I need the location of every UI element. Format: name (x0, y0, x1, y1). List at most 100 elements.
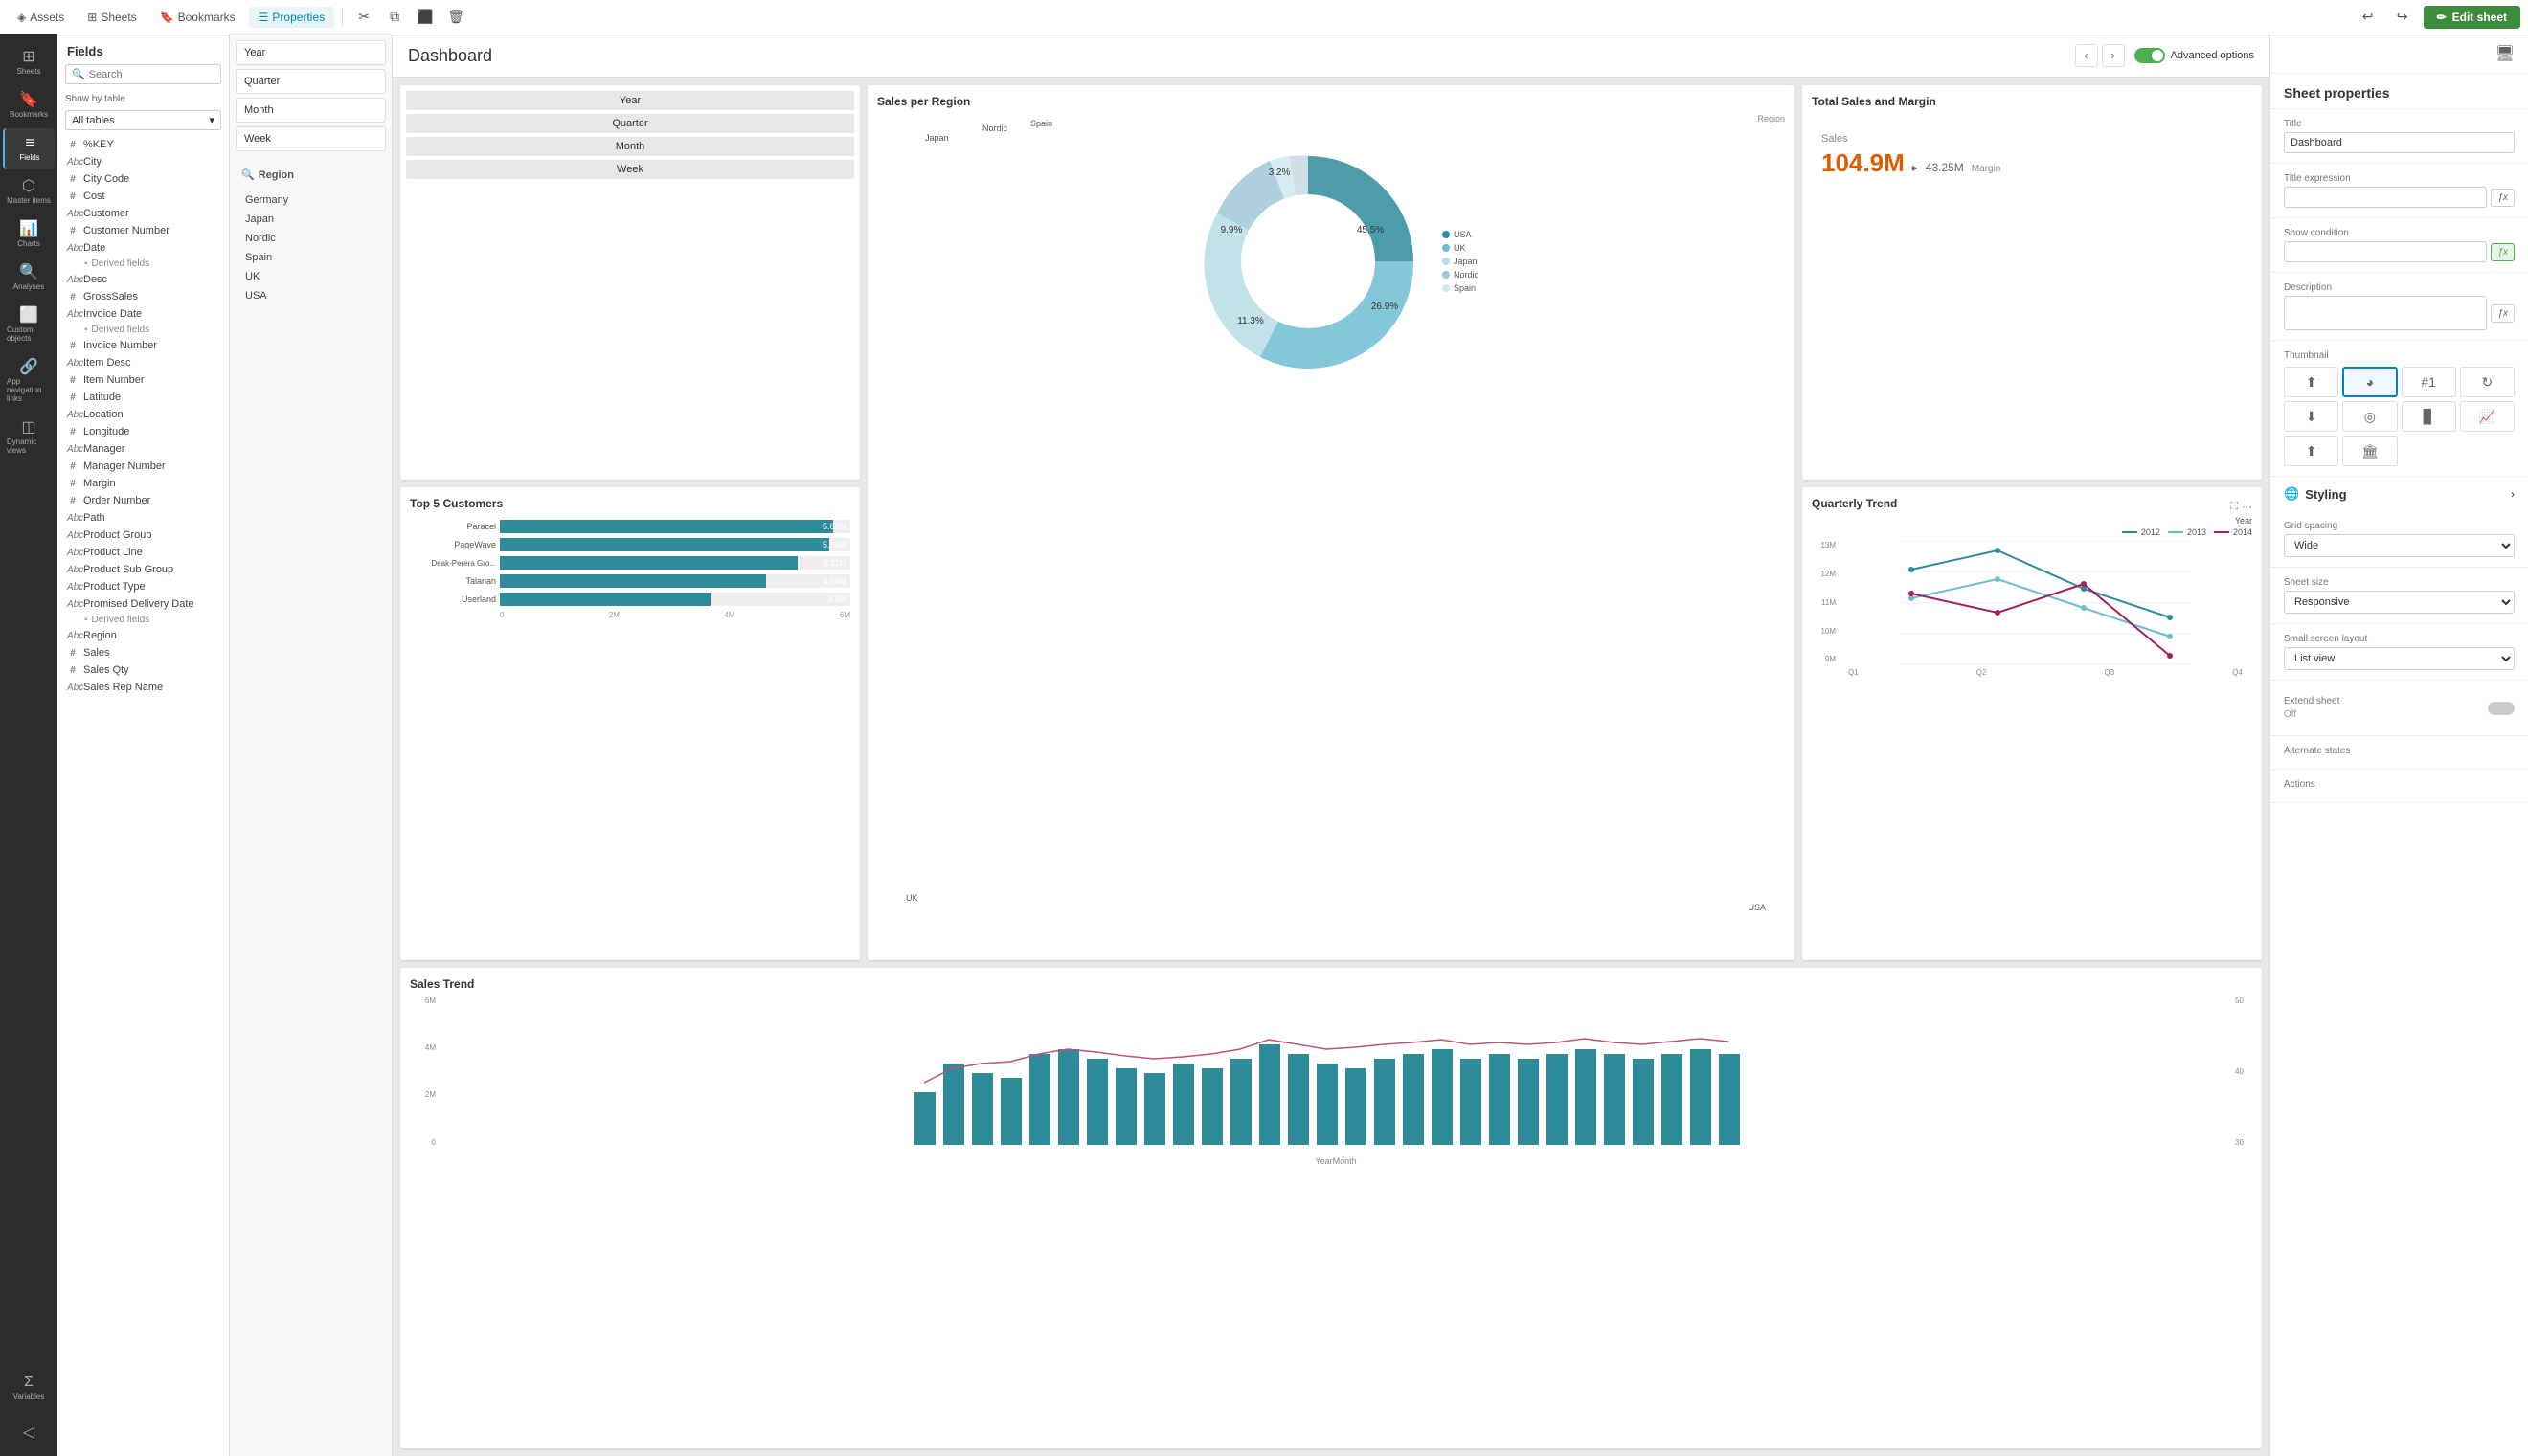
nav-variables[interactable]: Σ Variables (3, 1367, 55, 1408)
field-product-type[interactable]: AbcProduct Type (57, 578, 229, 595)
styling-header[interactable]: 🌐 Styling › (2270, 477, 2528, 511)
region-nordic[interactable]: Nordic (237, 229, 384, 248)
extend-sheet-toggle[interactable] (2488, 702, 2515, 715)
field-invoice-date[interactable]: AbcInvoice Date (57, 305, 229, 323)
field-city-code[interactable]: #City Code (57, 170, 229, 188)
description-input[interactable] (2284, 296, 2487, 330)
cut-button[interactable]: ✂ (350, 4, 377, 31)
field-manager[interactable]: AbcManager (57, 440, 229, 458)
field-date[interactable]: AbcDate (57, 239, 229, 257)
advanced-options-switch[interactable] (2134, 48, 2165, 63)
thumb-refresh[interactable]: ↻ (2460, 367, 2515, 397)
region-japan[interactable]: Japan (237, 210, 384, 229)
filter-week[interactable]: Week (236, 126, 386, 151)
nav-bookmarks[interactable]: 🔖 Bookmarks (3, 85, 55, 126)
field-location[interactable]: AbcLocation (57, 406, 229, 423)
tab-assets[interactable]: ◈ Assets (8, 7, 74, 28)
thumb-download[interactable]: ⬇ (2284, 401, 2338, 432)
region-spain[interactable]: Spain (237, 248, 384, 267)
paste-button[interactable]: ⬛ (412, 4, 439, 31)
field-latitude[interactable]: #Latitude (57, 389, 229, 406)
nav-dynamic-views[interactable]: ◫ Dynamic views (3, 413, 55, 462)
region-usa[interactable]: USA (237, 286, 384, 305)
nav-sheets[interactable]: ⊞ Sheets (3, 42, 55, 83)
thumb-hash[interactable]: #1 (2402, 367, 2456, 397)
field-sales-qty[interactable]: #Sales Qty (57, 661, 229, 679)
field-promised-delivery[interactable]: AbcPromised Delivery Date (57, 595, 229, 613)
field-city[interactable]: AbcCity (57, 153, 229, 170)
field-desc[interactable]: AbcDesc (57, 271, 229, 288)
field-region[interactable]: AbcRegion (57, 627, 229, 644)
filter-month[interactable]: Month (236, 98, 386, 123)
region-germany[interactable]: Germany (237, 190, 384, 210)
thumb-upload[interactable]: ⬆ (2284, 367, 2338, 397)
field-key[interactable]: #%KEY (57, 136, 229, 153)
nav-fields[interactable]: ≡ Fields (3, 128, 55, 169)
small-screen-select[interactable]: List view Grid view (2284, 647, 2515, 670)
edit-sheet-button[interactable]: ✏ Edit sheet (2424, 6, 2520, 29)
field-longitude[interactable]: #Longitude (57, 423, 229, 440)
month-filter-btn[interactable]: Month (406, 137, 854, 156)
field-path[interactable]: AbcPath (57, 509, 229, 526)
monitor-icon: 🖥 (2495, 44, 2515, 63)
week-filter-btn[interactable]: Week (406, 160, 854, 179)
region-uk[interactable]: UK (237, 267, 384, 286)
field-customer[interactable]: AbcCustomer (57, 205, 229, 222)
nav-custom-objects[interactable]: ⬜ Custom objects (3, 301, 55, 350)
grid-spacing-select[interactable]: Wide Narrow No spacing (2284, 534, 2515, 557)
title-expression-input[interactable] (2284, 187, 2487, 208)
field-manager-number[interactable]: #Manager Number (57, 458, 229, 475)
field-product-sub-group[interactable]: AbcProduct Sub Group (57, 561, 229, 578)
field-item-number[interactable]: #Item Number (57, 371, 229, 389)
field-sales[interactable]: #Sales (57, 644, 229, 661)
thumb-bar[interactable]: ▊ (2402, 401, 2456, 432)
quarter-filter-btn[interactable]: Quarter (406, 114, 854, 133)
thumb-upload2[interactable]: ⬆ (2284, 436, 2338, 466)
nav-analyses[interactable]: 🔍 Analyses (3, 258, 55, 299)
field-product-group[interactable]: AbcProduct Group (57, 526, 229, 544)
tab-bookmarks[interactable]: 🔖 Bookmarks (150, 7, 245, 28)
thumb-pie[interactable]: ◕ (2342, 367, 2397, 397)
description-fx-btn[interactable]: ƒx (2491, 304, 2515, 323)
tab-properties[interactable]: ☰ Properties (249, 7, 334, 28)
tab-sheets[interactable]: ⊞ Sheets (78, 7, 146, 28)
table-selector[interactable]: All tables ▾ (65, 110, 221, 130)
nav-master-items[interactable]: ⬡ Master items (3, 171, 55, 213)
next-button[interactable]: › (2102, 44, 2125, 67)
field-sales-rep-name[interactable]: AbcSales Rep Name (57, 679, 229, 696)
nav-app-nav[interactable]: 🔗 App navigation links (3, 352, 55, 411)
field-customer-number[interactable]: #Customer Number (57, 222, 229, 239)
field-invoice-number[interactable]: #Invoice Number (57, 337, 229, 354)
copy-button[interactable]: ⧉ (381, 4, 408, 31)
more-icon[interactable]: ⋯ (2242, 501, 2252, 513)
show-condition-fx-btn[interactable]: ƒx (2491, 243, 2515, 261)
field-item-desc[interactable]: AbcItem Desc (57, 354, 229, 371)
prev-button[interactable]: ‹ (2075, 44, 2098, 67)
fields-search-box[interactable]: 🔍 (65, 64, 221, 84)
thumb-building[interactable]: 🏛 (2342, 436, 2397, 466)
delete-button[interactable]: 🗑 (442, 4, 469, 31)
sheet-size-select[interactable]: Responsive Fixed Custom (2284, 591, 2515, 614)
nav-collapse[interactable]: ◁ (3, 1418, 55, 1448)
nav-charts[interactable]: 📊 Charts (3, 214, 55, 256)
title-expression-fx-btn[interactable]: ƒx (2491, 189, 2515, 207)
field-cost[interactable]: #Cost (57, 188, 229, 205)
thumb-trend[interactable]: 📈 (2460, 401, 2515, 432)
filter-quarter[interactable]: Quarter (236, 69, 386, 94)
filter-year[interactable]: Year (236, 40, 386, 65)
advanced-options-toggle[interactable]: Advanced options (2134, 48, 2254, 63)
expand-icon[interactable]: ⛶ (2230, 501, 2238, 513)
field-gross-sales[interactable]: #GrossSales (57, 288, 229, 305)
fields-search-input[interactable] (89, 69, 214, 80)
title-input[interactable] (2284, 132, 2515, 153)
field-product-line[interactable]: AbcProduct Line (57, 544, 229, 561)
field-margin[interactable]: #Margin (57, 475, 229, 492)
undo-button[interactable]: ↩ (2355, 4, 2381, 31)
field-order-number[interactable]: #Order Number (57, 492, 229, 509)
bar-val-deak: 5.11M (824, 558, 846, 568)
show-condition-input[interactable] (2284, 241, 2487, 262)
year-filter-btn[interactable]: Year (406, 91, 854, 110)
sales-per-region-card: Sales per Region Region (868, 85, 1794, 960)
thumb-target[interactable]: ◎ (2342, 401, 2397, 432)
redo-button[interactable]: ↪ (2389, 4, 2416, 31)
